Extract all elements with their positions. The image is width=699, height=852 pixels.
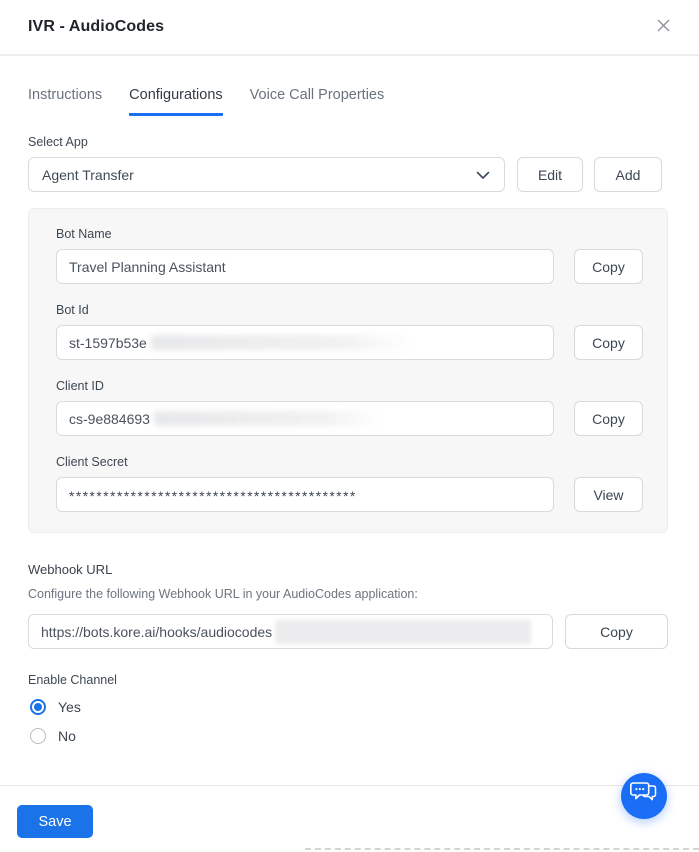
bot-id-label: Bot Id — [56, 303, 667, 317]
chat-fab-button[interactable] — [621, 773, 667, 819]
bot-name-copy-button[interactable]: Copy — [574, 249, 643, 284]
bot-name-label: Bot Name — [56, 227, 667, 241]
radio-yes[interactable] — [30, 699, 46, 715]
client-secret-label: Client Secret — [56, 455, 667, 469]
bot-name-group: Bot Name Travel Planning Assistant Copy — [56, 227, 667, 284]
edit-app-button[interactable]: Edit — [517, 157, 583, 192]
select-app-dropdown[interactable]: Agent Transfer — [28, 157, 505, 192]
radio-no-label: No — [58, 728, 76, 744]
bot-id-redacted-value — [151, 335, 413, 350]
modal-header: IVR - AudioCodes — [0, 0, 699, 56]
webhook-section: Webhook URL Configure the following Webh… — [28, 562, 668, 649]
client-id-label: Client ID — [56, 379, 667, 393]
enable-channel-label: Enable Channel — [28, 673, 668, 687]
bot-id-copy-button[interactable]: Copy — [574, 325, 643, 360]
modal-title: IVR - AudioCodes — [28, 18, 164, 36]
client-secret-field[interactable]: ****************************************… — [56, 477, 554, 512]
tab-configurations[interactable]: Configurations — [129, 87, 223, 116]
webhook-copy-button[interactable]: Copy — [565, 614, 668, 649]
select-app-section: Select App Agent Transfer Edit Add — [28, 135, 668, 192]
bot-id-group: Bot Id st-1597b53e Copy — [56, 303, 667, 360]
client-id-field[interactable]: cs-9e884693 — [56, 401, 554, 436]
credentials-panel: Bot Name Travel Planning Assistant Copy … — [28, 208, 668, 533]
webhook-description: Configure the following Webhook URL in y… — [28, 587, 668, 601]
client-secret-masked-value: ****************************************… — [69, 486, 357, 504]
chevron-down-icon — [476, 167, 490, 183]
tab-instructions[interactable]: Instructions — [28, 87, 102, 116]
bot-id-field[interactable]: st-1597b53e — [56, 325, 554, 360]
tab-bar: Instructions Configurations Voice Call P… — [28, 87, 668, 116]
close-button[interactable] — [651, 15, 675, 39]
webhook-url-field[interactable]: https://bots.kore.ai/hooks/audiocodes — [28, 614, 553, 649]
select-app-value: Agent Transfer — [42, 167, 134, 183]
background-dashed-border — [305, 848, 699, 850]
close-icon — [656, 18, 671, 36]
select-app-label: Select App — [28, 135, 668, 149]
radio-yes-label: Yes — [58, 699, 81, 715]
tab-voice-call-properties[interactable]: Voice Call Properties — [250, 87, 385, 116]
webhook-url-redacted-value — [275, 620, 531, 644]
add-app-button[interactable]: Add — [594, 157, 662, 192]
webhook-url-value: https://bots.kore.ai/hooks/audiocodes — [41, 624, 272, 640]
client-secret-view-button[interactable]: View — [574, 477, 643, 512]
chat-bubbles-icon — [629, 781, 659, 811]
client-secret-group: Client Secret **************************… — [56, 455, 667, 512]
enable-channel-option-no: No — [30, 728, 668, 744]
save-button[interactable]: Save — [17, 805, 93, 838]
footer-divider — [0, 785, 699, 786]
bot-name-field[interactable]: Travel Planning Assistant — [56, 249, 554, 284]
enable-channel-section: Enable Channel Yes No — [28, 673, 668, 744]
webhook-url-label: Webhook URL — [28, 562, 668, 577]
enable-channel-option-yes: Yes — [30, 699, 668, 715]
radio-no[interactable] — [30, 728, 46, 744]
client-id-value: cs-9e884693 — [69, 411, 150, 427]
bot-id-value: st-1597b53e — [69, 335, 147, 351]
client-id-redacted-value — [154, 411, 382, 426]
client-id-copy-button[interactable]: Copy — [574, 401, 643, 436]
bot-name-value: Travel Planning Assistant — [69, 259, 226, 275]
client-id-group: Client ID cs-9e884693 Copy — [56, 379, 667, 436]
